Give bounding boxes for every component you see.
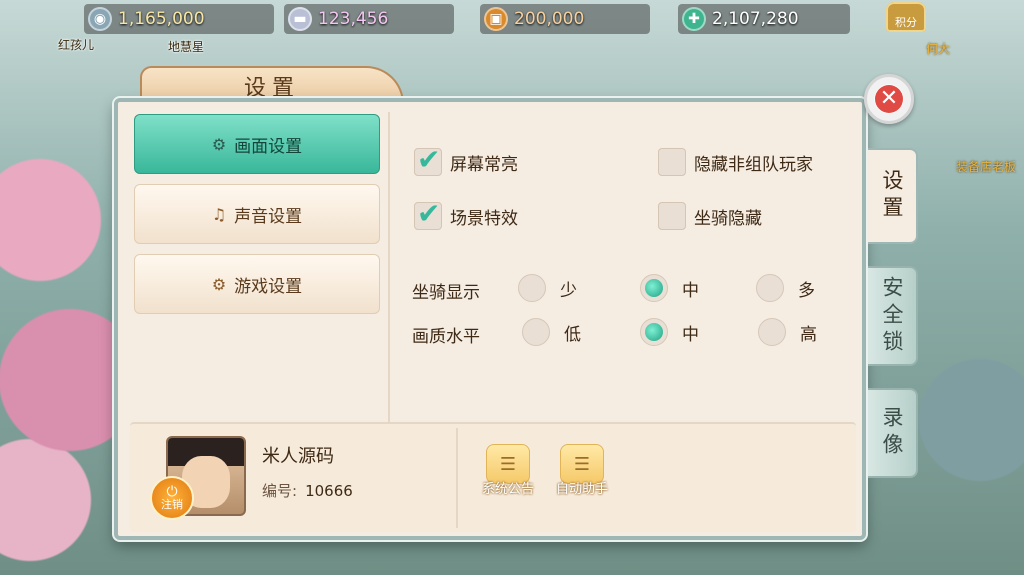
vertical-divider [388, 112, 390, 422]
radio-mount-medium[interactable]: 中 [640, 274, 699, 302]
radio-dot[interactable] [518, 274, 546, 302]
radio-dot[interactable] [640, 274, 668, 302]
mount-display-label: 坐骑显示 [412, 283, 480, 303]
player-id-value: 10666 [305, 482, 353, 500]
tab-settings[interactable]: 设置 [868, 148, 918, 244]
menu-game-settings[interactable]: ⚙ 游戏设置 [134, 254, 380, 314]
radio-label: 少 [560, 280, 577, 301]
radio-dot[interactable] [756, 274, 784, 302]
checkbox-box[interactable] [414, 143, 442, 176]
npc-name-label: 地慧星 [168, 40, 205, 54]
quality-level-label: 画质水平 [412, 327, 480, 347]
currency-gold[interactable]: ◉ 1,165,000 [84, 4, 274, 34]
auto-assistant-button[interactable]: ☰ 自动助手 [556, 444, 608, 497]
checkbox-label: 场景特效 [450, 208, 518, 229]
checkbox-box[interactable] [658, 202, 686, 230]
tab-label: 安全锁 [880, 275, 904, 357]
menu-sound-settings[interactable]: ♫ 声音设置 [134, 184, 380, 244]
npc-name-label: 红孩儿 [58, 38, 95, 52]
npc-name-label: 何大 [926, 42, 951, 56]
radio-quality-high[interactable]: 高 [758, 318, 817, 346]
currency-value: 1,165,000 [118, 9, 205, 29]
npc-name-label: 装备店老板 [956, 160, 1017, 174]
currency-silver[interactable]: ▬ 123,456 [284, 4, 454, 34]
radio-mount-many[interactable]: 多 [756, 274, 815, 302]
music-note-icon: ♫ [211, 204, 227, 224]
gear-icon: ⚙ [211, 274, 227, 294]
close-icon: ✕ [875, 85, 903, 113]
radio-label: 低 [564, 324, 581, 345]
radio-label: 高 [800, 324, 817, 345]
tab-label: 设置 [880, 169, 904, 223]
section-divider [456, 428, 458, 528]
checkbox-label: 坐骑隐藏 [694, 208, 762, 229]
logout-label: 注销 [161, 498, 183, 511]
currency-value: 2,107,280 [712, 9, 799, 29]
points-button[interactable]: 积分 [886, 2, 926, 32]
radio-label: 中 [682, 280, 699, 301]
checkbox-screen-always-on[interactable]: 屏幕常亮 [414, 143, 518, 176]
radio-label: 中 [682, 324, 699, 345]
radio-dot[interactable] [758, 318, 786, 346]
radio-mount-few[interactable]: 少 [518, 274, 577, 302]
tab-label: 录像 [880, 406, 904, 460]
radio-label: 多 [798, 280, 815, 301]
menu-item-label: 游戏设置 [234, 276, 303, 297]
power-icon: ⏻ [166, 484, 178, 500]
currency-value: 200,000 [514, 9, 585, 29]
gears-icon: ⚙ [211, 134, 227, 154]
player-id-label: 编号: [262, 482, 298, 500]
menu-display-settings[interactable]: ⚙ 画面设置 [134, 114, 380, 174]
menu-item-label: 声音设置 [234, 206, 303, 227]
tab-security-lock[interactable]: 安全锁 [868, 266, 918, 366]
copper-coin-icon: ▣ [484, 7, 508, 31]
currency-copper[interactable]: ▣ 200,000 [480, 4, 650, 34]
settings-panel: ⚙ 画面设置 ♫ 声音设置 ⚙ 游戏设置 屏幕常亮 隐藏非组队玩家 场景特效 坐… [114, 98, 866, 540]
checkbox-hide-non-team-players[interactable]: 隐藏非组队玩家 [658, 148, 813, 176]
tool-label: 系统公告 [482, 482, 535, 497]
radio-dot[interactable] [640, 318, 668, 346]
close-button[interactable]: ✕ [864, 74, 914, 124]
checkbox-hide-mounts[interactable]: 坐骑隐藏 [658, 202, 762, 230]
tool-label: 自动助手 [556, 482, 609, 497]
logout-button[interactable]: ⏻ 注销 [150, 476, 194, 520]
checkbox-label: 隐藏非组队玩家 [694, 154, 813, 175]
system-notice-button[interactable]: ☰ 系统公告 [482, 444, 534, 497]
checkbox-scene-effects[interactable]: 场景特效 [414, 197, 518, 230]
radio-quality-low[interactable]: 低 [522, 318, 581, 346]
player-name: 米人源码 [262, 446, 334, 467]
silver-ingot-icon: ▬ [288, 7, 312, 31]
radio-dot[interactable] [522, 318, 550, 346]
coin-bag-icon: ◉ [88, 7, 112, 31]
player-id: 编号: 10666 [262, 480, 353, 501]
checkbox-box[interactable] [658, 148, 686, 176]
player-info-section: ⏻ 注销 米人源码 编号: 10666 ☰ 系统公告 ☰ 自动助手 [130, 422, 856, 532]
checkbox-label: 屏幕常亮 [450, 154, 518, 175]
currency-value: 123,456 [318, 9, 389, 29]
radio-quality-medium[interactable]: 中 [640, 318, 699, 346]
checkbox-box[interactable] [414, 197, 442, 230]
currency-jade[interactable]: ✚ 2,107,280 [678, 4, 850, 34]
jade-icon: ✚ [682, 7, 706, 31]
menu-item-label: 画面设置 [234, 136, 303, 157]
tab-recording[interactable]: 录像 [868, 388, 918, 478]
settings-menu: ⚙ 画面设置 ♫ 声音设置 ⚙ 游戏设置 [134, 114, 380, 324]
